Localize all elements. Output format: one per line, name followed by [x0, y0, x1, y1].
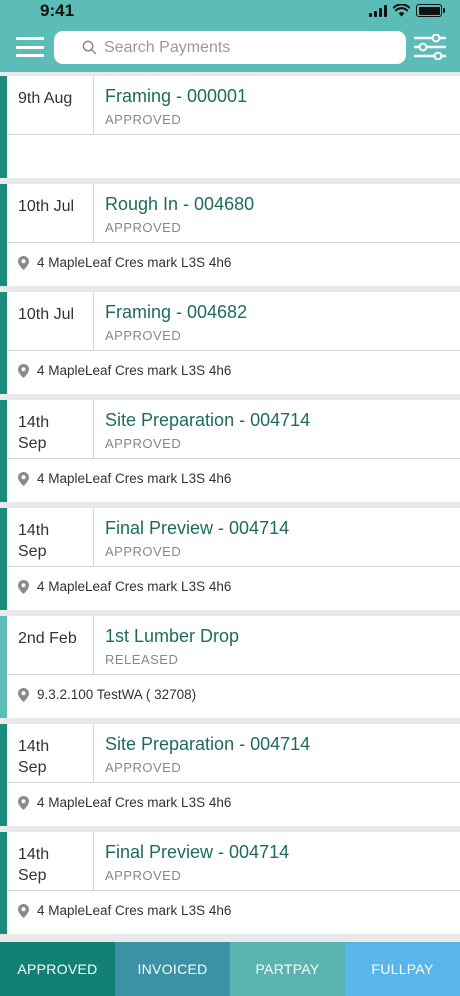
- payment-date: 10th Jul: [18, 198, 75, 215]
- payment-address-text: 9.3.2.100 TestWA ( 32708): [37, 687, 197, 702]
- location-pin-icon: [18, 471, 29, 486]
- payment-card[interactable]: 9th Aug Framing - 000001 APPROVED: [0, 76, 460, 178]
- payment-title: Rough In - 004680: [105, 194, 255, 214]
- payment-title: 1st Lumber Drop: [105, 626, 240, 646]
- divider: [7, 242, 460, 243]
- payment-address-text: 4 MapleLeaf Cres mark L3S 4h6: [37, 579, 232, 594]
- payment-address-text: 4 MapleLeaf Cres mark L3S 4h6: [37, 363, 232, 378]
- payment-date: 14th Sep: [18, 738, 50, 776]
- divider: [93, 508, 94, 566]
- status-accent-bar: [0, 616, 7, 718]
- payment-address: 4 MapleLeaf Cres mark L3S 4h6: [18, 903, 231, 918]
- payment-title: Final Preview - 004714: [105, 518, 290, 538]
- signal-icon: [369, 4, 387, 17]
- location-pin-icon: [18, 363, 29, 378]
- payment-title: Site Preparation - 004714: [105, 734, 311, 754]
- payment-status: APPROVED: [105, 868, 182, 883]
- divider: [93, 832, 94, 890]
- payment-address: 4 MapleLeaf Cres mark L3S 4h6: [18, 255, 231, 270]
- divider: [7, 134, 460, 135]
- tab-approved[interactable]: APPROVED: [0, 942, 115, 996]
- location-pin-icon: [18, 255, 29, 270]
- status-accent-bar: [0, 724, 7, 826]
- payment-card[interactable]: 14th Sep Site Preparation - 004714 APPROVE…: [0, 400, 460, 502]
- tab-invoiced[interactable]: INVOICED: [115, 942, 230, 996]
- divider: [93, 76, 94, 134]
- bottom-tab-bar: APPROVED INVOICED PARTPAY FULLPAY: [0, 942, 460, 996]
- top-bar: [0, 22, 460, 72]
- location-pin-icon: [18, 903, 29, 918]
- divider: [7, 674, 460, 675]
- payment-status: RELEASED: [105, 652, 179, 667]
- divider: [93, 400, 94, 458]
- location-pin-icon: [18, 795, 29, 810]
- payment-status: APPROVED: [105, 220, 182, 235]
- payment-address: 4 MapleLeaf Cres mark L3S 4h6: [18, 363, 231, 378]
- location-pin-icon: [18, 687, 29, 702]
- status-accent-bar: [0, 292, 7, 394]
- filter-sliders-icon[interactable]: [414, 34, 446, 60]
- payment-address: 4 MapleLeaf Cres mark L3S 4h6: [18, 579, 231, 594]
- payment-date: 14th Sep: [18, 414, 50, 452]
- payment-card[interactable]: 10th Jul Framing - 004682 APPROVED 4 MapleL…: [0, 292, 460, 394]
- payment-card[interactable]: 14th Sep Final Preview - 004714 APPROVED 4 …: [0, 508, 460, 610]
- payment-date: 2nd Feb: [18, 630, 77, 647]
- payment-date: 9th Aug: [18, 90, 73, 107]
- divider: [7, 782, 460, 783]
- payment-address: 9.3.2.100 TestWA ( 32708): [18, 687, 196, 702]
- payment-title: Site Preparation - 004714: [105, 410, 311, 430]
- menu-icon[interactable]: [16, 37, 44, 57]
- status-accent-bar: [0, 508, 7, 610]
- divider: [7, 890, 460, 891]
- divider: [93, 292, 94, 350]
- payment-title: Final Preview - 004714: [105, 842, 290, 862]
- search-icon: [82, 40, 97, 55]
- divider: [7, 350, 460, 351]
- payment-date: 14th Sep: [18, 846, 50, 884]
- payment-title: Framing - 000001: [105, 86, 248, 106]
- payment-address-text: 4 MapleLeaf Cres mark L3S 4h6: [37, 795, 232, 810]
- payment-status: APPROVED: [105, 544, 182, 559]
- payments-list: 9th Aug Framing - 000001 APPROVED 10th Jul R…: [0, 72, 460, 942]
- payment-address-text: 4 MapleLeaf Cres mark L3S 4h6: [37, 903, 232, 918]
- payment-card[interactable]: 14th Sep Site Preparation - 004714 APPROVE…: [0, 724, 460, 826]
- payment-status: APPROVED: [105, 760, 182, 775]
- payment-status: APPROVED: [105, 328, 182, 343]
- tab-fullpay[interactable]: FULLPAY: [345, 942, 460, 996]
- payment-status: APPROVED: [105, 112, 182, 127]
- divider: [7, 566, 460, 567]
- payment-title: Framing - 004682: [105, 302, 248, 322]
- divider: [93, 184, 94, 242]
- status-accent-bar: [0, 832, 7, 934]
- payment-address: 4 MapleLeaf Cres mark L3S 4h6: [18, 795, 231, 810]
- tab-partpay[interactable]: PARTPAY: [230, 942, 345, 996]
- divider: [93, 724, 94, 782]
- status-accent-bar: [0, 400, 7, 502]
- search-box[interactable]: [54, 31, 406, 64]
- status-accent-bar: [0, 184, 7, 286]
- payment-address-text: 4 MapleLeaf Cres mark L3S 4h6: [37, 471, 232, 486]
- search-input[interactable]: [104, 38, 394, 57]
- wifi-icon: [393, 4, 410, 17]
- status-bar: 9:41: [0, 0, 460, 22]
- location-pin-icon: [18, 579, 29, 594]
- divider: [93, 616, 94, 674]
- payment-status: APPROVED: [105, 436, 182, 451]
- battery-icon: [416, 4, 445, 17]
- payment-date: 14th Sep: [18, 522, 50, 560]
- status-icons: [369, 4, 445, 17]
- payment-card[interactable]: 14th Sep Final Preview - 004714 APPROVED 4 …: [0, 832, 460, 934]
- status-accent-bar: [0, 76, 7, 178]
- divider: [7, 458, 460, 459]
- payment-card[interactable]: 10th Jul Rough In - 004680 APPROVED 4 Maple…: [0, 184, 460, 286]
- status-time: 9:41: [40, 1, 75, 20]
- payment-address-text: 4 MapleLeaf Cres mark L3S 4h6: [37, 255, 232, 270]
- payment-address: 4 MapleLeaf Cres mark L3S 4h6: [18, 471, 231, 486]
- payment-card[interactable]: 2nd Feb 1st Lumber Drop RELEASED 9.3.2.100 …: [0, 616, 460, 718]
- payment-date: 10th Jul: [18, 306, 75, 323]
